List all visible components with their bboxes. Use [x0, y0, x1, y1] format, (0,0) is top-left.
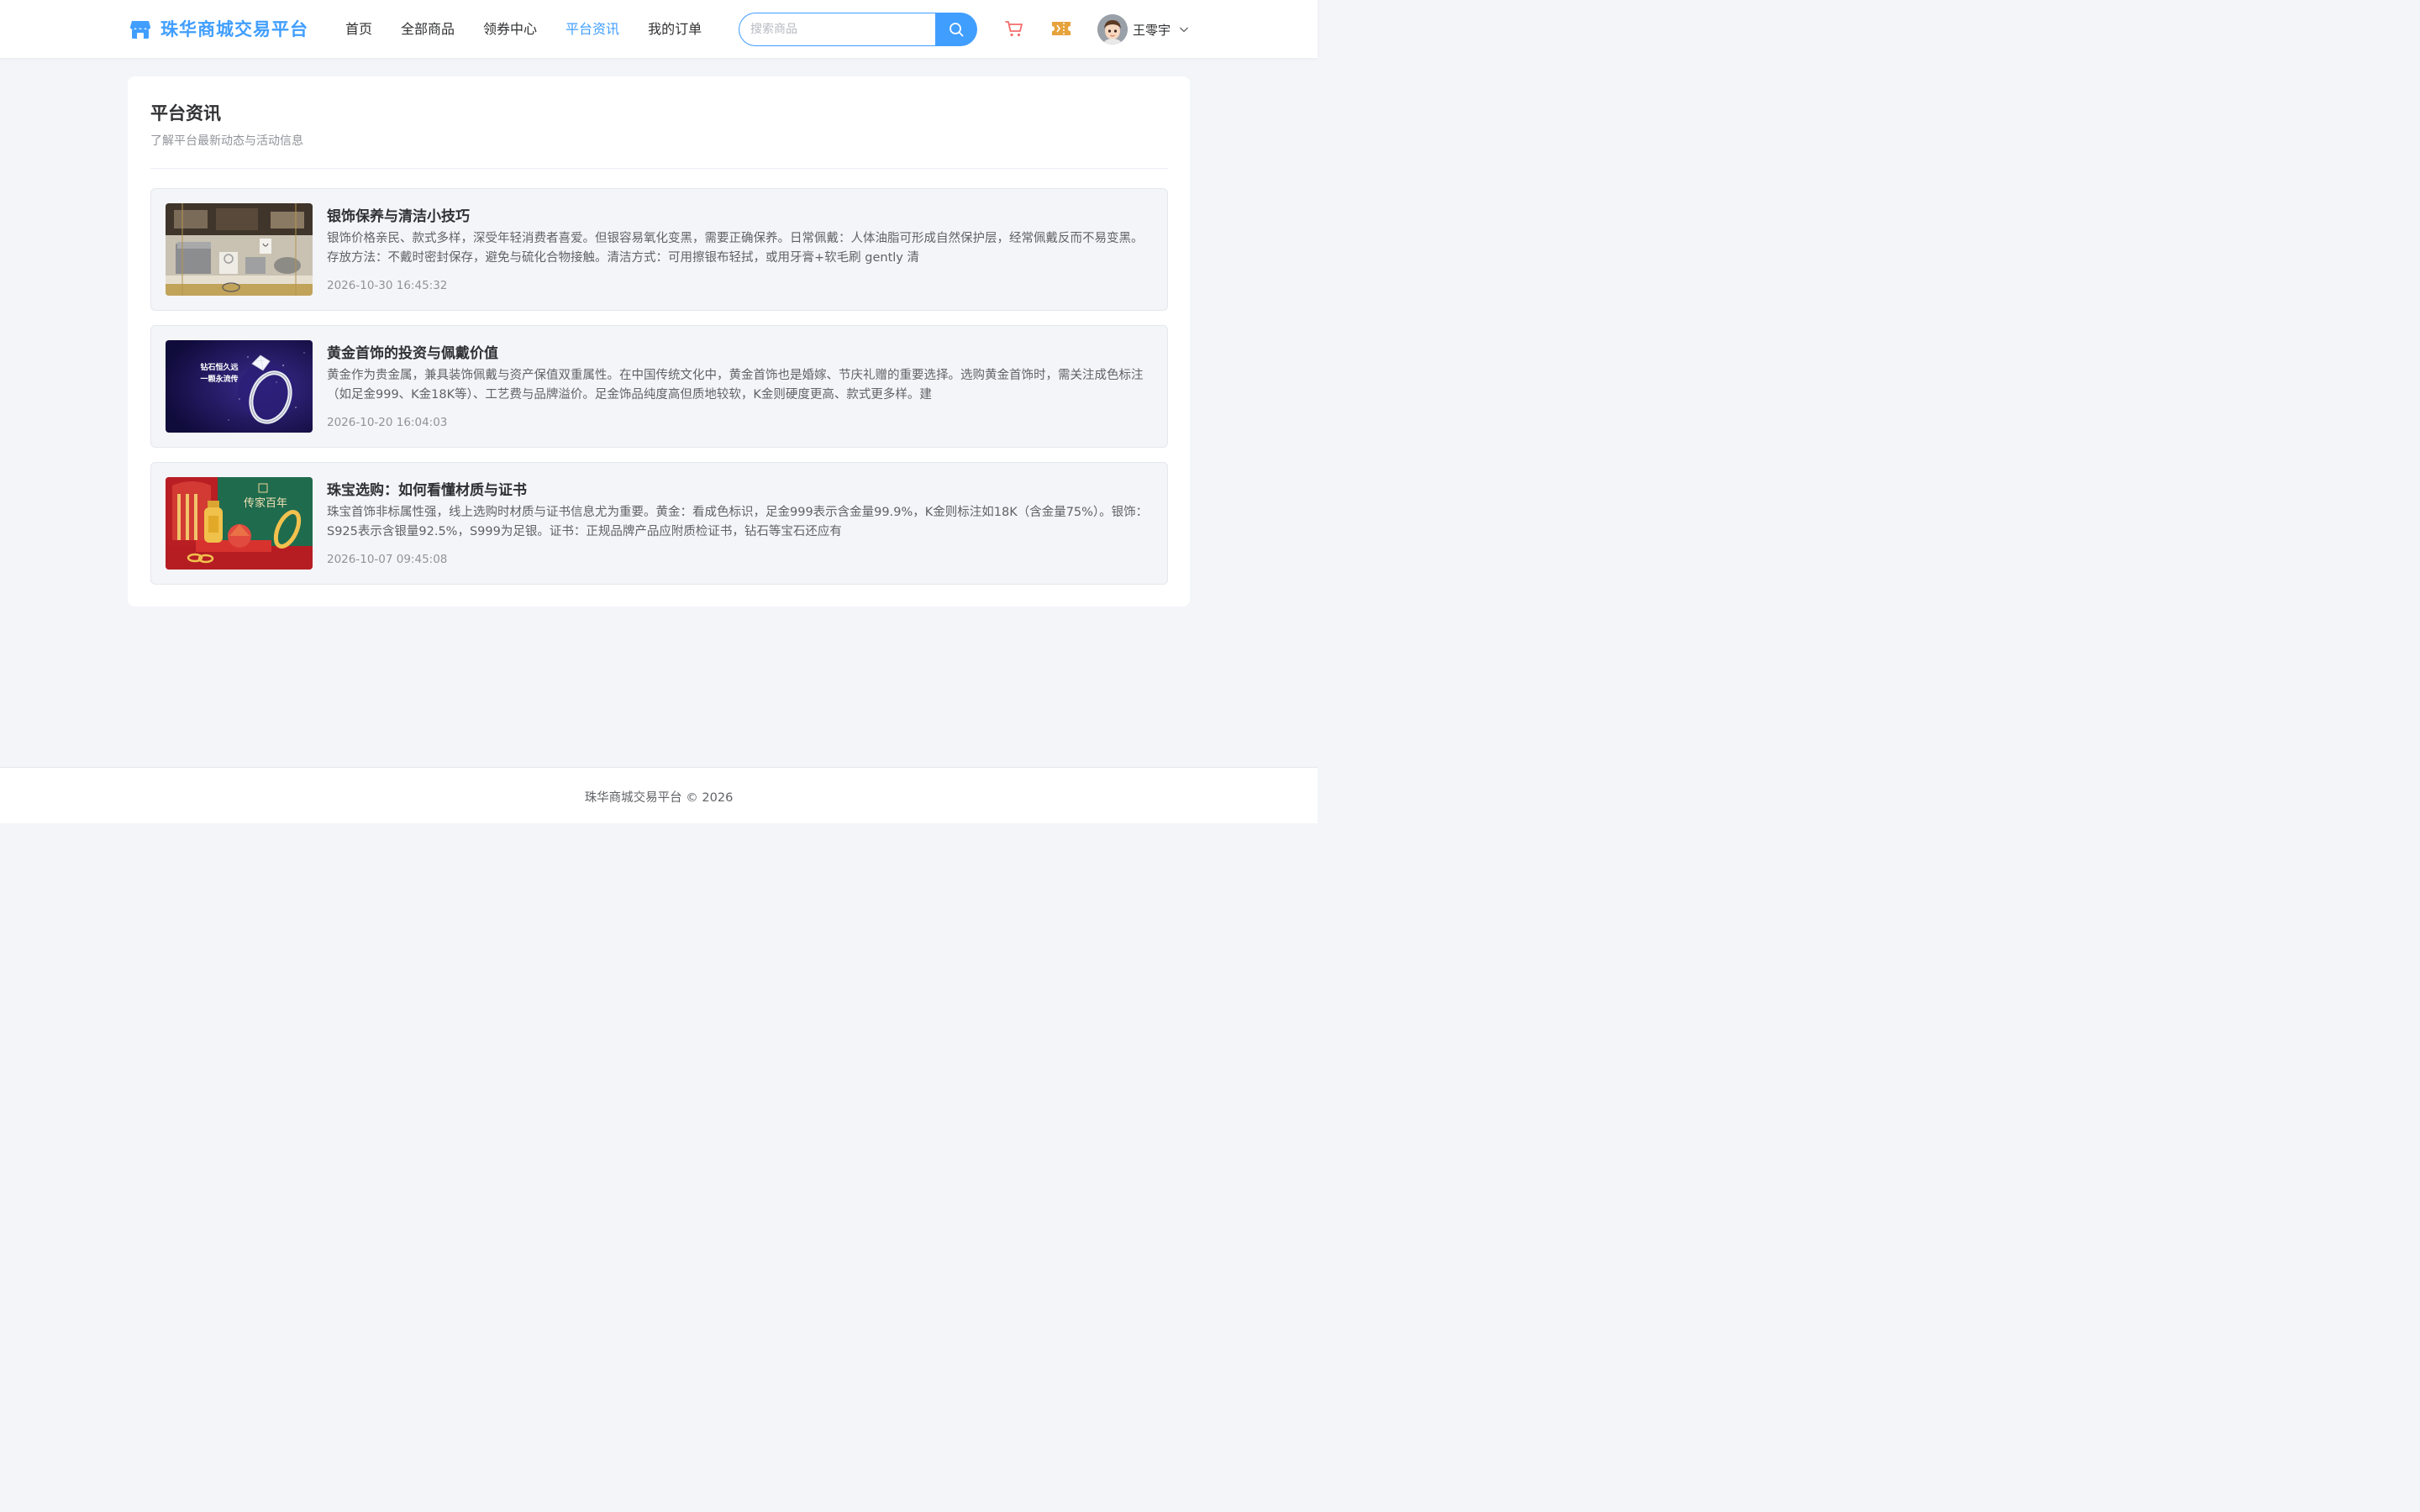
news-item[interactable]: 传家百年 珠宝选购：如何看懂材质与证书 珠宝首饰非标属性强，线上选购时材质与证书…: [150, 462, 1168, 585]
news-date: 2026-10-07 09:45:08: [327, 553, 448, 566]
thumbnail-caption: 传家百年: [244, 497, 288, 510]
search-icon: [950, 23, 964, 37]
nav-item-coupon-center[interactable]: 领券中心: [483, 0, 537, 59]
thumbnail-caption: 钻石恒久远 一颗永流传: [200, 364, 239, 384]
search-bar: [739, 13, 977, 46]
news-summary: 珠宝首饰非标属性强，线上选购时材质与证书信息尤为重要。黄金：看成色标识，足金99…: [327, 506, 1149, 538]
news-item[interactable]: 银饰保养与清洁小技巧 银饰价格亲民、款式多样，深受年轻消费者喜爱。但银容易氧化变…: [150, 188, 1168, 311]
brand-name: 珠华商城交易平台: [160, 19, 308, 39]
main-nav: 首页 全部商品 领券中心 平台资讯 我的订单: [331, 0, 716, 59]
nav-item-home[interactable]: 首页: [345, 0, 372, 59]
page-subtitle: 了解平台最新动态与活动信息: [150, 134, 303, 148]
top-header: 珠华商城交易平台 首页 全部商品 领券中心 平台资讯 我的订单 搜索商品 王零宇: [0, 0, 1318, 59]
user-name: 王零宇: [1133, 22, 1171, 38]
brand-logo[interactable]: 珠华商城交易平台: [129, 17, 308, 42]
news-thumbnail: 钻石恒久远 一颗永流传: [166, 340, 313, 433]
news-title: 银饰保养与清洁小技巧: [327, 208, 470, 225]
news-panel: 平台资讯 了解平台最新动态与活动信息 银饰保养与清洁小技巧 银饰价格亲民、款式多…: [128, 76, 1190, 606]
copyright-text: 珠华商城交易平台 © 2026: [584, 791, 734, 805]
nav-item-all-products[interactable]: 全部商品: [401, 0, 455, 59]
search-button[interactable]: [935, 13, 977, 46]
news-item[interactable]: 钻石恒久远 一颗永流传 黄金首饰的投资与佩戴价值 黄金作为贵金属，兼具装饰佩戴与…: [150, 325, 1168, 448]
nav-item-my-orders[interactable]: 我的订单: [648, 0, 702, 59]
news-date: 2026-10-20 16:04:03: [327, 416, 448, 429]
chevron-down-icon: [1180, 27, 1188, 33]
page-title: 平台资讯: [150, 103, 221, 123]
coupon-icon[interactable]: [1051, 20, 1071, 37]
user-menu[interactable]: 王零宇: [1097, 13, 1189, 45]
search-input[interactable]: [739, 13, 935, 46]
shop-icon: [130, 21, 150, 39]
avatar: [1097, 14, 1128, 45]
news-date: 2026-10-30 16:45:32: [327, 279, 448, 292]
news-thumbnail: 传家百年: [166, 477, 313, 570]
news-title: 珠宝选购：如何看懂材质与证书: [327, 482, 527, 499]
news-summary: 银饰价格亲民、款式多样，深受年轻消费者喜爱。但银容易氧化变黑，需要正确保养。日常…: [327, 232, 1144, 265]
cart-icon[interactable]: [1004, 18, 1024, 39]
divider: [150, 168, 1168, 169]
news-thumbnail: [166, 203, 313, 296]
page-footer: 珠华商城交易平台 © 2026: [0, 767, 1318, 823]
nav-item-news[interactable]: 平台资讯: [566, 0, 619, 59]
news-summary: 黄金作为贵金属，兼具装饰佩戴与资产保值双重属性。在中国传统文化中，黄金首饰也是婚…: [327, 369, 1144, 402]
news-title: 黄金首饰的投资与佩戴价值: [327, 345, 498, 362]
